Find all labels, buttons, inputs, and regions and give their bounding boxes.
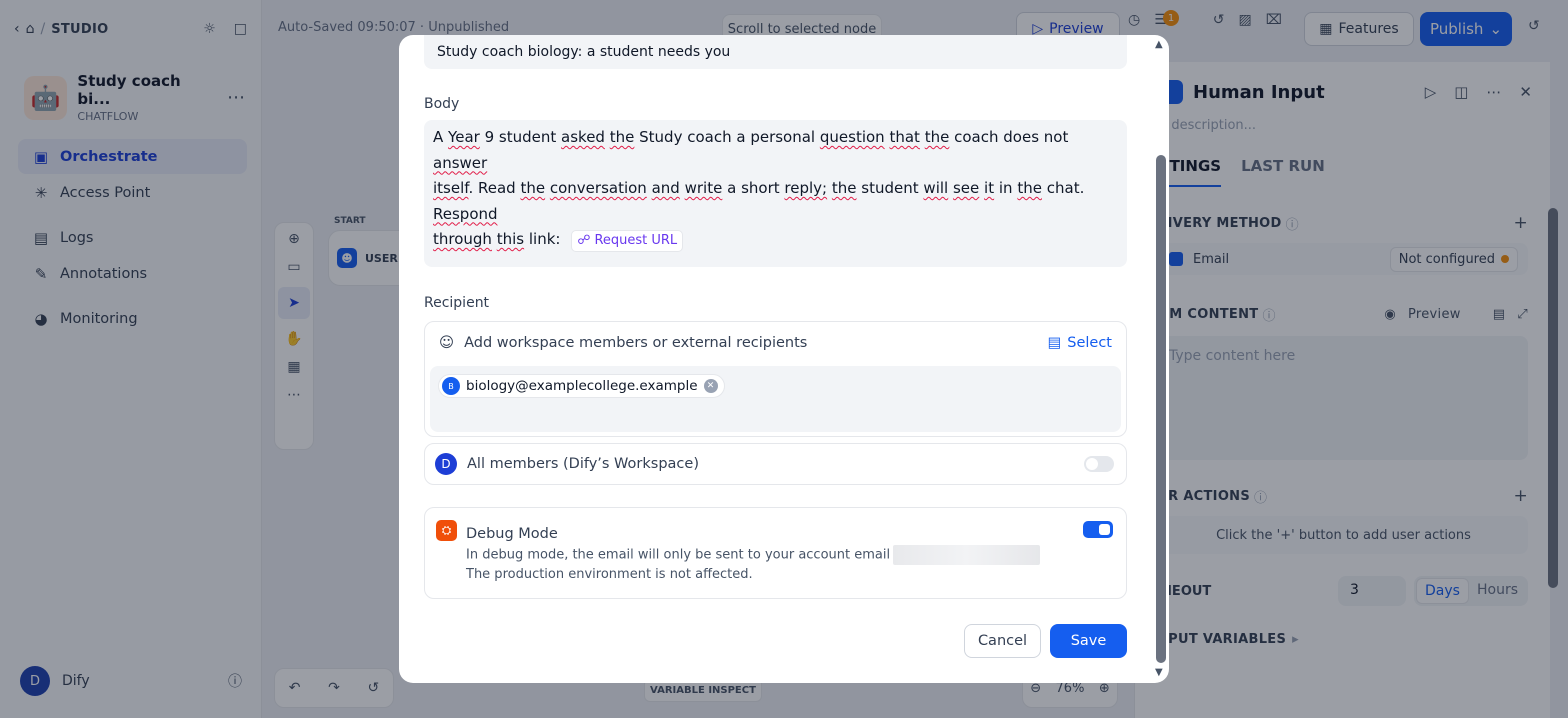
recipient-list[interactable]: B biology@examplecollege.example ✕ (430, 366, 1121, 432)
body-text: . Read (468, 179, 516, 197)
body-text: in (998, 179, 1013, 197)
recipient-label: Recipient (424, 295, 490, 311)
users-icon: ☺ (439, 335, 455, 351)
body-text: link: (528, 230, 561, 248)
all-members-label: All members (Dify’s Workspace) (467, 456, 699, 472)
body-text: a short (727, 179, 780, 197)
body-text: Study coach a personal (639, 128, 816, 146)
body-text: through (433, 230, 492, 248)
avatar: B (442, 377, 460, 395)
body-text: the (1017, 179, 1042, 197)
debug-mode-box: ⛭ Debug Mode In debug mode, the email wi… (424, 507, 1127, 599)
body-text: and (651, 179, 680, 197)
body-text: 9 student (484, 128, 557, 146)
body-text: this (496, 230, 525, 248)
globe-icon: ☍ (577, 233, 591, 248)
body-text: asked (561, 128, 605, 146)
body-text: conversation (549, 179, 647, 197)
modal-footer: Cancel Save (964, 624, 1127, 658)
workspace-avatar: D (435, 453, 457, 475)
body-text: question (819, 128, 885, 146)
body-text: write (684, 179, 723, 197)
modal-content: Study coach biology: a student needs you… (424, 35, 1127, 658)
body-text: it (984, 179, 995, 197)
recipient-header: ☺ Add workspace members or external reci… (425, 322, 1126, 364)
debug-line-1: In debug mode, the email will only be se… (466, 547, 891, 563)
recipient-email: biology@examplecollege.example (466, 378, 698, 394)
cancel-button[interactable]: Cancel (964, 624, 1041, 658)
body-text: that (889, 128, 920, 146)
recipient-chip: B biology@examplecollege.example ✕ (438, 374, 725, 398)
body-text: the (831, 179, 857, 197)
recipient-hint: Add workspace members or external recipi… (464, 335, 808, 351)
body-text: will (923, 179, 949, 197)
contacts-icon: ▤ (1047, 335, 1062, 351)
body-text: the (520, 179, 546, 197)
body-text: answer (433, 153, 488, 172)
select-label: Select (1067, 335, 1112, 351)
body-text: the (609, 128, 635, 146)
body-text: coach does not (954, 128, 1069, 146)
select-recipients-button[interactable]: ▤ Select (1048, 335, 1112, 351)
save-button[interactable]: Save (1050, 624, 1127, 658)
body-text: itself (433, 179, 469, 197)
email-config-modal: Study coach biology: a student needs you… (399, 35, 1169, 683)
request-url-chip[interactable]: ☍ Request URL (571, 230, 684, 252)
body-text: reply; (784, 179, 828, 197)
recipient-box: ☺ Add workspace members or external reci… (424, 321, 1127, 437)
modal-scrollbar[interactable] (1156, 155, 1166, 663)
body-input[interactable]: A Year 9 student asked the Study coach a… (424, 120, 1127, 267)
all-members-toggle[interactable] (1084, 456, 1114, 472)
body-text: see (952, 179, 980, 197)
body-text: the (924, 128, 950, 146)
all-members-row: D All members (Dify’s Workspace) (424, 443, 1127, 485)
subject-input[interactable]: Study coach biology: a student needs you (424, 35, 1127, 69)
debug-line-2: The production environment is not affect… (466, 567, 753, 582)
debug-mode-toggle[interactable] (1083, 521, 1113, 538)
bug-icon: ⛭ (436, 520, 457, 541)
scroll-down-icon[interactable]: ▼ (1155, 667, 1163, 678)
body-text: Respond (433, 204, 498, 223)
blurred-email (893, 545, 1041, 565)
body-text: student (861, 179, 919, 197)
body-text: chat. (1046, 179, 1085, 197)
remove-icon[interactable]: ✕ (703, 379, 718, 393)
debug-title: Debug Mode (466, 526, 558, 542)
body-label: Body (424, 96, 460, 112)
body-text: Year (448, 128, 480, 146)
scroll-up-icon[interactable]: ▲ (1155, 39, 1163, 50)
request-url-label: Request URL (594, 233, 678, 248)
debug-description: In debug mode, the email will only be se… (466, 545, 1114, 584)
body-text: A (433, 128, 444, 146)
